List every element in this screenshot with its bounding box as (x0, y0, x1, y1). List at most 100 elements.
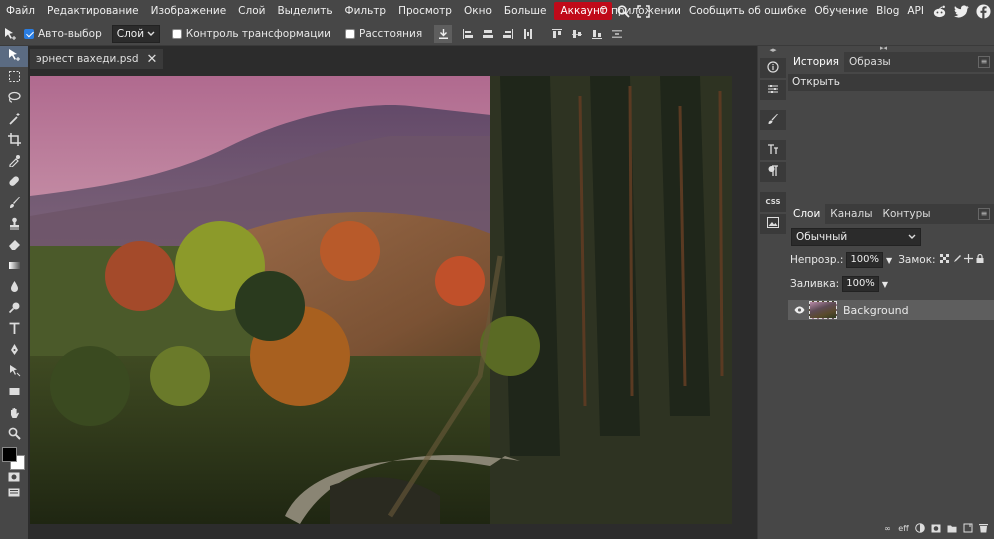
menu-report-bug[interactable]: Сообщить об ошибке (685, 0, 810, 22)
menu-learn[interactable]: Обучение (810, 0, 872, 22)
transform-control-checkbox[interactable] (171, 28, 182, 39)
lock-all-icon[interactable] (976, 253, 984, 266)
delete-layer-icon[interactable] (977, 522, 990, 535)
align-top-icon[interactable] (548, 25, 566, 43)
tab-channels[interactable]: Каналы (825, 204, 877, 224)
hand-tool[interactable] (0, 403, 28, 424)
history-panel-menu-icon[interactable]: ≡ (978, 56, 990, 68)
image-canvas[interactable] (30, 76, 732, 524)
reddit-icon[interactable] (928, 0, 950, 22)
brush-tool[interactable] (0, 193, 28, 214)
menu-layer[interactable]: Слой (232, 0, 271, 22)
pen-tool[interactable] (0, 340, 28, 361)
paragraph-panel-button[interactable] (760, 162, 786, 182)
twitter-icon[interactable] (950, 0, 972, 22)
facebook-icon[interactable] (972, 0, 994, 22)
auto-select-checkbox[interactable] (24, 28, 34, 39)
download-icon[interactable] (434, 24, 453, 43)
menu-api[interactable]: API (903, 0, 928, 22)
document-area: эрнест вахеди.psd ✕ (28, 46, 757, 539)
menu-file[interactable]: Файл (0, 0, 41, 22)
stamp-tool[interactable] (0, 214, 28, 235)
document-tab[interactable]: эрнест вахеди.psd ✕ (30, 49, 164, 69)
adjustments-panel-button[interactable] (760, 80, 786, 100)
close-icon[interactable]: ✕ (147, 52, 158, 67)
info-panel-button[interactable] (760, 58, 786, 78)
opacity-input[interactable]: 100% (846, 252, 884, 268)
lock-position-icon[interactable] (963, 254, 973, 266)
adjustment-layer-icon[interactable] (913, 522, 926, 535)
gradient-tool[interactable] (0, 256, 28, 277)
auto-select-toggle[interactable]: Авто-выбор (24, 28, 102, 40)
character-panel-button[interactable] (760, 140, 786, 160)
fill-input[interactable]: 100% (842, 276, 879, 292)
lock-transparency-icon[interactable] (939, 254, 949, 266)
lasso-tool[interactable] (0, 88, 28, 109)
screen-mode-tool[interactable] (0, 485, 28, 501)
fill-dropdown-icon[interactable]: ▼ (882, 280, 888, 289)
path-select-tool[interactable] (0, 361, 28, 382)
tab-paths[interactable]: Контуры (878, 204, 936, 224)
layers-panel-menu-icon[interactable]: ≡ (978, 208, 990, 220)
menu-image[interactable]: Изображение (145, 0, 233, 22)
fill-row: Заливка: 100% ▼ (788, 274, 994, 294)
link-layers-icon[interactable]: ∞ (881, 522, 894, 535)
healing-tool[interactable] (0, 172, 28, 193)
distances-checkbox[interactable] (345, 28, 356, 39)
layer-mask-icon[interactable] (929, 522, 942, 535)
menu-about[interactable]: О приложении (595, 0, 685, 22)
menu-blog[interactable]: Blog (872, 0, 903, 22)
transform-control-toggle[interactable]: Контроль трансформации (171, 28, 331, 40)
eye-icon[interactable] (794, 304, 805, 317)
eyedropper-tool[interactable] (0, 151, 28, 172)
brush-panel-button[interactable] (760, 110, 786, 130)
menu-select[interactable]: Выделить (271, 0, 338, 22)
crop-tool[interactable] (0, 130, 28, 151)
menu-view[interactable]: Просмотр (392, 0, 458, 22)
opacity-dropdown-icon[interactable]: ▼ (886, 256, 892, 265)
distribute-vertical-icon[interactable] (608, 25, 626, 43)
lock-pixels-icon[interactable] (952, 254, 961, 266)
distances-toggle[interactable]: Расстояния (345, 28, 422, 40)
distribute-horizontal-icon[interactable] (519, 25, 537, 43)
layer-row[interactable]: Background (788, 300, 994, 320)
new-layer-icon[interactable] (961, 522, 974, 535)
menu-window[interactable]: Окно (458, 0, 498, 22)
tab-layers[interactable]: Слои (788, 204, 826, 224)
blend-mode-select[interactable]: Обычный (791, 228, 921, 246)
menu-edit[interactable]: Редактирование (41, 0, 145, 22)
align-left-icon[interactable] (459, 25, 477, 43)
align-bottom-icon[interactable] (588, 25, 606, 43)
magic-wand-tool[interactable] (0, 109, 28, 130)
align-center-icon[interactable] (479, 25, 497, 43)
blur-tool[interactable] (0, 277, 28, 298)
zoom-tool[interactable] (0, 424, 28, 445)
fill-label: Заливка: (790, 278, 840, 290)
layer-effects-icon[interactable]: eff (897, 522, 910, 535)
new-folder-icon[interactable] (945, 522, 958, 535)
eraser-icon (8, 238, 21, 254)
menu-more[interactable]: Больше (498, 0, 553, 22)
align-middle-icon[interactable] (568, 25, 586, 43)
move-tool[interactable] (0, 46, 28, 67)
type-tool[interactable] (0, 319, 28, 340)
collapse-strip-icon[interactable]: ◂▸ (758, 46, 788, 56)
right-panels: ▸◂ История Образы ≡ Открыть Слои Каналы … (788, 44, 994, 539)
history-entry[interactable]: Открыть (788, 74, 994, 91)
eraser-tool[interactable] (0, 235, 28, 256)
image-panel-button[interactable] (760, 214, 786, 234)
tab-history[interactable]: История (788, 52, 844, 72)
dodge-tool[interactable] (0, 298, 28, 319)
marquee-tool[interactable] (0, 67, 28, 88)
quick-mask-tool[interactable] (0, 471, 28, 485)
rectangle-tool[interactable] (0, 382, 28, 403)
tab-swatches[interactable]: Образы (844, 52, 896, 72)
align-right-icon[interactable] (499, 25, 517, 43)
layers-panel-tabs: Слои Каналы Контуры ≡ (788, 204, 994, 224)
collapse-panels-icon[interactable]: ▸◂ (880, 44, 887, 52)
css-panel-button[interactable]: CSS (760, 192, 786, 212)
layer-select[interactable]: Слой (111, 24, 160, 43)
color-swatches (0, 445, 28, 471)
menu-filter[interactable]: Фильтр (339, 0, 393, 22)
foreground-color-swatch[interactable] (2, 447, 17, 462)
